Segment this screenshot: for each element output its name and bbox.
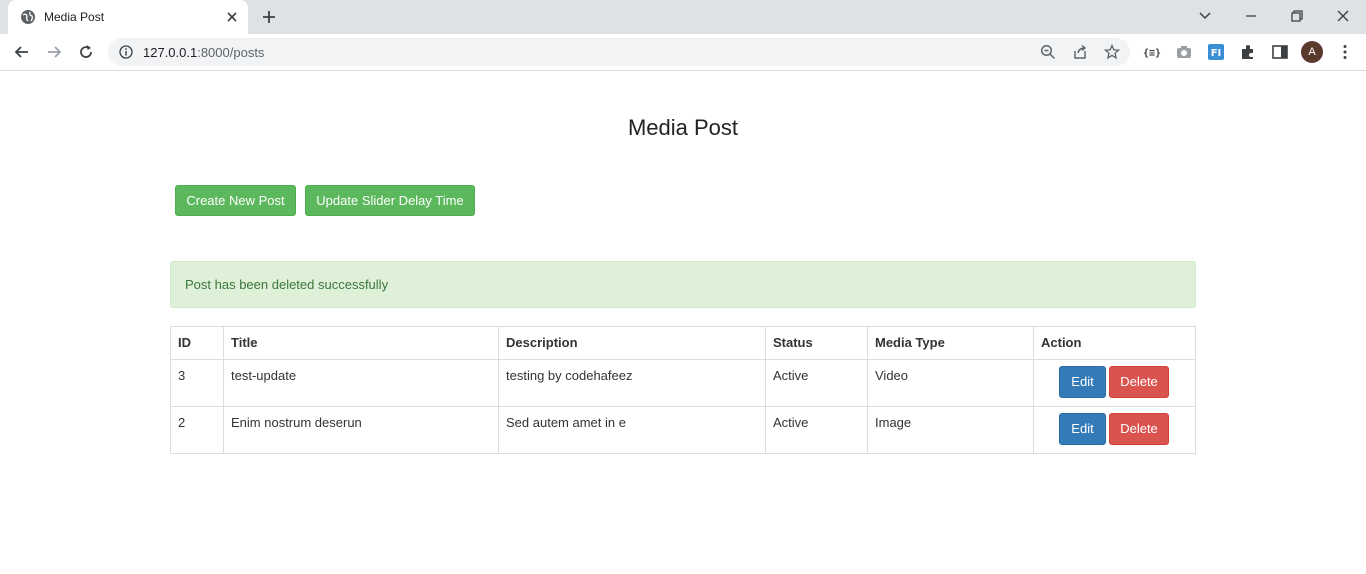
close-icon[interactable]: [224, 9, 240, 25]
reload-icon[interactable]: [76, 42, 96, 62]
cell-media-type: Image: [867, 406, 1034, 454]
globe-icon: [21, 10, 35, 24]
json-extension-icon[interactable]: {≡}: [1143, 43, 1161, 61]
edit-button[interactable]: Edit: [1059, 413, 1106, 445]
tab-title: Media Post: [44, 10, 105, 24]
posts-table: ID Title Description Status Media Type A…: [170, 326, 1196, 454]
extensions-puzzle-icon[interactable]: [1239, 43, 1257, 61]
close-window-icon[interactable]: [1332, 5, 1354, 27]
address-bar[interactable]: 127.0.0.1:8000/posts: [108, 38, 1130, 66]
cell-title: Enim nostrum deserun: [223, 406, 499, 454]
table-header-row: ID Title Description Status Media Type A…: [170, 326, 1196, 360]
camera-icon[interactable]: [1175, 43, 1193, 61]
zoom-icon[interactable]: [1040, 44, 1056, 60]
back-arrow-icon[interactable]: [12, 42, 32, 62]
header-action: Action: [1033, 326, 1196, 360]
tab-bar: Media Post: [0, 0, 1366, 34]
header-title: Title: [223, 326, 499, 360]
forward-arrow-icon[interactable]: [44, 42, 64, 62]
cell-actions: Edit Delete: [1033, 406, 1196, 454]
star-icon[interactable]: [1104, 44, 1120, 60]
success-alert: Post has been deleted successfully: [170, 261, 1196, 308]
side-panel-icon[interactable]: [1271, 43, 1289, 61]
svg-text:FI: FI: [1211, 48, 1222, 59]
header-description: Description: [498, 326, 766, 360]
header-id: ID: [170, 326, 224, 360]
cell-description: Sed autem amet in e: [498, 406, 766, 454]
extension-badge-icon[interactable]: FI: [1207, 43, 1225, 61]
restore-icon[interactable]: [1286, 5, 1308, 27]
create-new-post-button[interactable]: Create New Post: [175, 185, 296, 216]
url-text[interactable]: 127.0.0.1:8000/posts: [143, 45, 264, 60]
cell-media-type: Video: [867, 359, 1034, 407]
header-status: Status: [765, 326, 868, 360]
table-row: 2 Enim nostrum deserun Sed autem amet in…: [170, 406, 1196, 454]
tab-search-chevron-icon[interactable]: [1194, 5, 1216, 27]
cell-actions: Edit Delete: [1033, 359, 1196, 407]
table-row: 3 test-update testing by codehafeez Acti…: [170, 359, 1196, 407]
update-slider-delay-button[interactable]: Update Slider Delay Time: [305, 185, 475, 216]
svg-text:{≡}: {≡}: [1143, 48, 1161, 59]
cell-description: testing by codehafeez: [498, 359, 766, 407]
new-tab-plus-icon[interactable]: [260, 8, 278, 26]
info-icon[interactable]: [119, 45, 133, 59]
browser-tab[interactable]: Media Post: [8, 0, 248, 34]
minimize-icon[interactable]: [1240, 5, 1262, 27]
header-media-type: Media Type: [867, 326, 1034, 360]
page-title: Media Post: [627, 115, 739, 140]
share-icon[interactable]: [1072, 44, 1088, 60]
cell-title: test-update: [223, 359, 499, 407]
delete-button[interactable]: Delete: [1109, 413, 1169, 445]
cell-status: Active: [765, 359, 868, 407]
cell-id: 3: [170, 359, 224, 407]
cell-id: 2: [170, 406, 224, 454]
cell-status: Active: [765, 406, 868, 454]
edit-button[interactable]: Edit: [1059, 366, 1106, 398]
kebab-menu-icon[interactable]: [1336, 43, 1354, 61]
browser-toolbar: 127.0.0.1:8000/posts {≡} FI: [0, 34, 1366, 71]
delete-button[interactable]: Delete: [1109, 366, 1169, 398]
profile-avatar[interactable]: A: [1301, 41, 1323, 63]
